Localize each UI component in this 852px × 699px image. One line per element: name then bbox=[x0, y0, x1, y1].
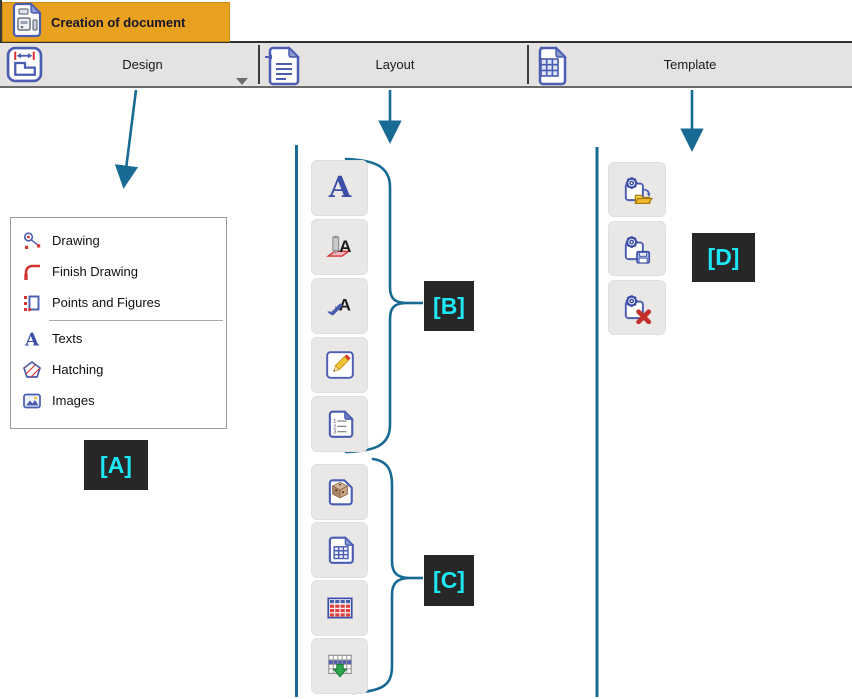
text-settings-button[interactable]: A bbox=[311, 278, 368, 334]
template-save-icon bbox=[621, 233, 653, 265]
svg-text:A: A bbox=[24, 329, 40, 349]
toolbar-group-d bbox=[608, 162, 666, 335]
text-tool-icon: A bbox=[324, 231, 356, 263]
numbered-list-icon: 123 bbox=[324, 408, 356, 440]
cube-document-icon bbox=[324, 476, 356, 508]
numbered-list-button[interactable]: 123 bbox=[311, 396, 368, 452]
svg-text:A: A bbox=[327, 172, 351, 204]
menu-item-label: Points and Figures bbox=[52, 295, 160, 310]
template-ribbon-icon[interactable] bbox=[531, 45, 569, 87]
menu-item-label: Texts bbox=[52, 331, 82, 346]
document-tab[interactable]: Creation of document bbox=[2, 2, 230, 42]
table-arrow-icon bbox=[324, 650, 356, 682]
ribbon-section-design[interactable]: Design bbox=[45, 43, 240, 86]
toolbar-group-c bbox=[311, 464, 368, 694]
ribbon-separator bbox=[527, 45, 529, 84]
menu-separator bbox=[49, 320, 223, 321]
template-open-button[interactable] bbox=[608, 162, 666, 217]
table-document-button[interactable] bbox=[311, 522, 368, 578]
template-delete-button[interactable] bbox=[608, 280, 666, 335]
annotation-label-d: [D] bbox=[692, 233, 755, 282]
table-button[interactable] bbox=[311, 580, 368, 636]
template-delete-icon bbox=[621, 292, 653, 324]
texts-button[interactable]: A bbox=[311, 160, 368, 216]
tab-title: Creation of document bbox=[51, 15, 185, 30]
ribbon-section-layout[interactable]: Layout bbox=[300, 43, 490, 86]
svg-text:3: 3 bbox=[333, 430, 336, 436]
text-a-icon: A bbox=[324, 172, 356, 204]
pencil-icon bbox=[324, 349, 356, 381]
toolbar-group-b: A A A 123 bbox=[311, 160, 368, 452]
ribbon: Design Layout Templ bbox=[0, 41, 852, 88]
annotation-label-b: [B] bbox=[424, 281, 474, 331]
layout-ribbon-icon[interactable] bbox=[263, 44, 303, 88]
menu-item-points-and-figures[interactable]: Points and Figures bbox=[11, 287, 226, 318]
menu-item-label: Hatching bbox=[52, 362, 103, 377]
text-wrench-icon: A bbox=[324, 290, 356, 322]
ribbon-separator bbox=[258, 45, 260, 84]
window: Creation of document Design bbox=[0, 0, 852, 699]
template-open-icon bbox=[621, 174, 653, 206]
points-and-figures-icon bbox=[19, 292, 45, 314]
finish-drawing-icon bbox=[19, 261, 45, 283]
design-ribbon-icon[interactable] bbox=[6, 46, 43, 83]
document-machine-icon bbox=[10, 2, 44, 43]
edit-button[interactable] bbox=[311, 337, 368, 393]
table-filled-icon bbox=[324, 592, 356, 624]
menu-item-label: Drawing bbox=[52, 233, 100, 248]
annotation-label-c: [C] bbox=[424, 555, 474, 606]
design-dropdown-menu: Drawing Finish Drawing Points and Figures A… bbox=[10, 217, 227, 429]
images-icon bbox=[19, 390, 45, 412]
menu-item-label: Finish Drawing bbox=[52, 264, 138, 279]
texts-icon: A bbox=[19, 328, 45, 350]
table-insert-row-button[interactable] bbox=[311, 638, 368, 694]
table-document-icon bbox=[324, 534, 356, 566]
menu-item-label: Images bbox=[52, 393, 95, 408]
svg-text:A: A bbox=[339, 237, 351, 256]
menu-item-texts[interactable]: A Texts bbox=[11, 323, 226, 354]
hatching-icon bbox=[19, 359, 45, 381]
menu-item-hatching[interactable]: Hatching bbox=[11, 354, 226, 385]
menu-item-drawing[interactable]: Drawing bbox=[11, 225, 226, 256]
ribbon-section-template[interactable]: Template bbox=[570, 43, 810, 86]
chevron-down-icon[interactable] bbox=[236, 78, 248, 85]
menu-item-images[interactable]: Images bbox=[11, 385, 226, 416]
text-engraving-button[interactable]: A bbox=[311, 219, 368, 275]
arrow-design bbox=[124, 90, 136, 185]
menu-item-finish-drawing[interactable]: Finish Drawing bbox=[11, 256, 226, 287]
drawing-icon bbox=[19, 230, 45, 252]
template-save-button[interactable] bbox=[608, 221, 666, 276]
annotation-label-a: [A] bbox=[84, 440, 148, 490]
3d-view-document-button[interactable] bbox=[311, 464, 368, 520]
